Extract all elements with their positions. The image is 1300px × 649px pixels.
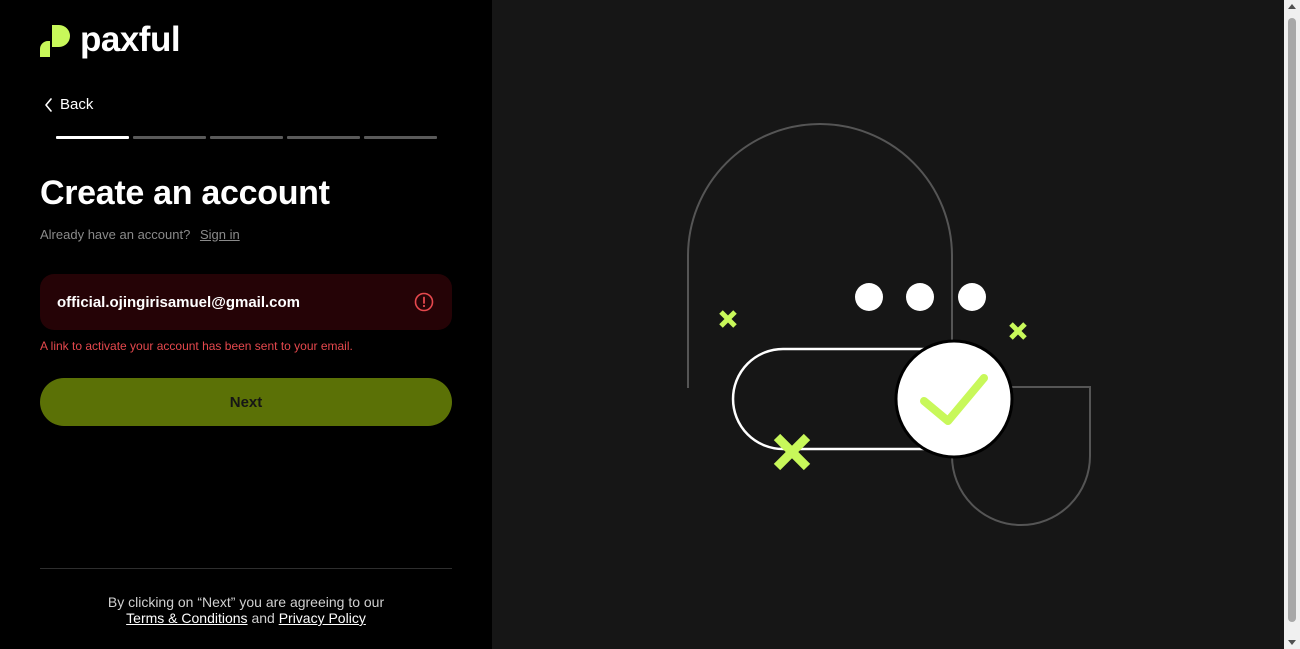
- dot-icon: [958, 283, 986, 311]
- check-circle-icon: [894, 339, 1014, 459]
- progress-step-2: [133, 136, 206, 139]
- signin-prompt-row: Already have an account? Sign in: [40, 227, 240, 242]
- cross-icon: [719, 310, 737, 328]
- signin-prompt: Already have an account?: [40, 227, 191, 242]
- signup-panel: paxful Back Create an account Already ha…: [0, 0, 492, 649]
- dot-icon: [855, 283, 883, 311]
- alert-circle-icon: [414, 292, 434, 312]
- paxful-logo-icon: [40, 24, 70, 57]
- dot-icon: [906, 283, 934, 311]
- chevron-left-icon: [45, 97, 52, 112]
- signin-link[interactable]: Sign in: [200, 227, 240, 242]
- terms-prefix: By clicking on “Next” you are agreeing t…: [107, 594, 385, 610]
- terms-notice: By clicking on “Next” you are agreeing t…: [40, 594, 452, 626]
- page-title: Create an account: [40, 174, 330, 212]
- scroll-down-icon[interactable]: [1288, 640, 1296, 645]
- footer-divider: [40, 568, 452, 569]
- page-scrollbar[interactable]: [1284, 0, 1300, 649]
- progress-step-1: [56, 136, 129, 139]
- back-label: Back: [60, 96, 94, 113]
- terms-and: and: [251, 610, 275, 626]
- illustration-panel: [492, 0, 1284, 649]
- terms-link[interactable]: Terms & Conditions: [126, 610, 247, 626]
- progress-step-4: [287, 136, 360, 139]
- email-field[interactable]: official.ojingirisamuel@gmail.com: [40, 274, 452, 330]
- back-button[interactable]: Back: [44, 96, 93, 113]
- brand-name: paxful: [80, 20, 181, 59]
- privacy-link[interactable]: Privacy Policy: [279, 610, 366, 626]
- account-verified-illustration: [687, 123, 1091, 526]
- scroll-up-icon[interactable]: [1288, 4, 1296, 9]
- paxful-logo[interactable]: paxful: [40, 20, 181, 59]
- signup-progress: [56, 136, 437, 139]
- next-button[interactable]: Next: [40, 378, 452, 426]
- scroll-thumb[interactable]: [1288, 18, 1296, 622]
- progress-step-3: [210, 136, 283, 139]
- progress-step-5: [364, 136, 437, 139]
- email-value[interactable]: official.ojingirisamuel@gmail.com: [57, 294, 414, 311]
- cross-icon: [1009, 322, 1027, 340]
- email-error-message: A link to activate your account has been…: [40, 339, 353, 353]
